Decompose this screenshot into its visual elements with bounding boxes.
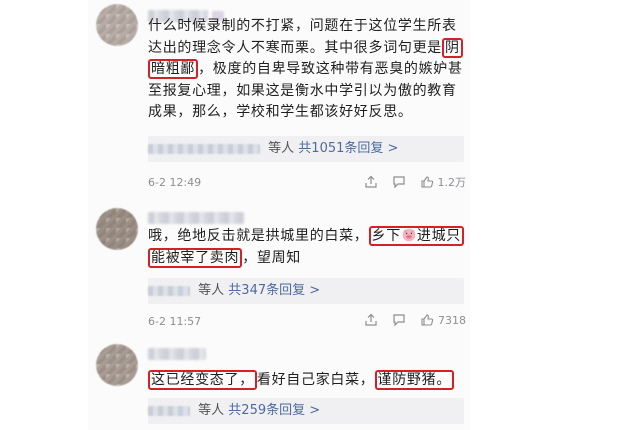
comment-text: 这已经变态了， 看好自己家白菜， 谨防野猪。 (148, 370, 466, 392)
comment-line: 什么时候录制的不打紧，问题在于这位学生所表 (148, 16, 466, 38)
share-icon (365, 313, 377, 326)
reply-suffix: 等人 (268, 141, 295, 156)
comment-meta: 6-2 12:49 1.2万 (148, 174, 466, 192)
comment-text: 哦，绝地反击就是拱城里的白菜， 乡下 进城只 能被宰了卖肉 ，望周知 (148, 226, 466, 269)
highlighted-text: 暗粗鄙 (151, 61, 196, 77)
pig-face-emoji (402, 228, 416, 242)
highlighted-text: 进城只 (416, 228, 462, 244)
comment-text-segment: 什么时候录制的不打紧，问题在于这位学生所表 (148, 18, 457, 34)
view-replies-link[interactable]: 共347条回复 > (228, 283, 320, 298)
thumbs-up-icon (420, 176, 433, 188)
comment-text-segment: ，望周知 (242, 249, 302, 266)
like-count: 7318 (438, 313, 466, 327)
comment-line: 哦，绝地反击就是拱城里的白菜， 乡下 进城只 (148, 226, 466, 248)
comment-line: 至报复心理，如果这是衡水中学引以为傲的教育 (148, 81, 466, 103)
avatar[interactable] (96, 344, 138, 386)
highlighted-text: 谨防野猪。 (377, 372, 452, 388)
highlight-box: 乡下 进城只 (368, 226, 465, 246)
highlighted-text: 乡下 (371, 228, 401, 244)
highlight-box: 这已经变态了， (148, 370, 257, 390)
comment-line: 达出的理念令人不寒而栗。其中很多词句更是阴 (148, 37, 466, 60)
highlight-box: 暗粗鄙 (148, 59, 199, 79)
like-count: 1.2万 (437, 176, 467, 189)
timestamp: 6-2 12:49 (148, 176, 202, 189)
comment-meta: 6-2 11:57 7318 (148, 313, 466, 331)
view-replies-link[interactable]: 共259条回复 > (228, 403, 320, 418)
username-blurred[interactable] (148, 348, 206, 360)
reply-summary[interactable]: 等人 共259条回复 > (148, 398, 464, 424)
comment-text-segment: ，极度的自卑导致这种带有恶臭的嫉妒甚 (198, 61, 463, 77)
highlight-box: 谨防野猪。 (374, 370, 455, 390)
view-replies-link[interactable]: 共1051条回复 > (298, 141, 398, 156)
comment-line: 暗粗鄙 ，极度的自卑导致这种带有恶臭的嫉妒甚 (148, 59, 466, 81)
avatar[interactable] (96, 4, 138, 46)
comment-text-segment: 看好自己家白菜， (256, 372, 375, 388)
comment-icon (393, 314, 405, 327)
highlight-box: 阴 (442, 37, 463, 58)
highlighted-text: 这已经变态了， (151, 372, 254, 388)
reply-suffix: 等人 (198, 283, 225, 298)
share-button[interactable] (364, 313, 378, 327)
highlighted-text: 能被宰了卖肉 (151, 249, 240, 266)
highlight-box: 能被宰了卖肉 (148, 247, 243, 268)
like-button[interactable]: 1.2万 (420, 174, 467, 190)
comment-text-segment: 达出的理念令人不寒而栗。其中很多词句更是 (148, 39, 442, 56)
reply-summary[interactable]: 等人 共347条回复 > (148, 278, 464, 304)
comment-text-segment: 成果，那么，学校和学生都该好好反思。 (148, 104, 413, 120)
comment-line: 能被宰了卖肉 ，望周知 (148, 247, 466, 270)
replier-names-blurred (148, 143, 260, 154)
username-blurred[interactable] (148, 212, 244, 224)
comment-text: 什么时候录制的不打紧，问题在于这位学生所表 达出的理念令人不寒而栗。其中很多词句更… (148, 16, 466, 124)
reply-suffix: 等人 (198, 403, 225, 418)
share-icon (364, 175, 377, 188)
comment-list: 什么时候录制的不打紧，问题在于这位学生所表 达出的理念令人不寒而栗。其中很多词句更… (88, 0, 470, 430)
comment-line: 成果，那么，学校和学生都该好好反思。 (148, 102, 466, 124)
highlighted-text: 阴 (445, 39, 460, 56)
thumbs-up-icon (421, 314, 434, 326)
comment-button[interactable] (392, 313, 406, 327)
share-button[interactable] (364, 175, 378, 189)
reply-summary[interactable]: 等人 共1051条回复 > (148, 136, 464, 162)
comment-line: 这已经变态了， 看好自己家白菜， 谨防野猪。 (148, 370, 466, 392)
timestamp: 6-2 11:57 (148, 315, 202, 328)
replier-names-blurred (148, 285, 190, 296)
avatar[interactable] (96, 208, 138, 250)
like-button[interactable]: 7318 (420, 313, 466, 327)
comment-text-segment: 至报复心理，如果这是衡水中学引以为傲的教育 (148, 82, 457, 99)
comment-button[interactable] (392, 175, 406, 189)
replier-names-blurred (148, 405, 190, 416)
comment-text-segment: 哦，绝地反击就是拱城里的白菜， (148, 228, 369, 244)
comment-icon (392, 176, 405, 189)
